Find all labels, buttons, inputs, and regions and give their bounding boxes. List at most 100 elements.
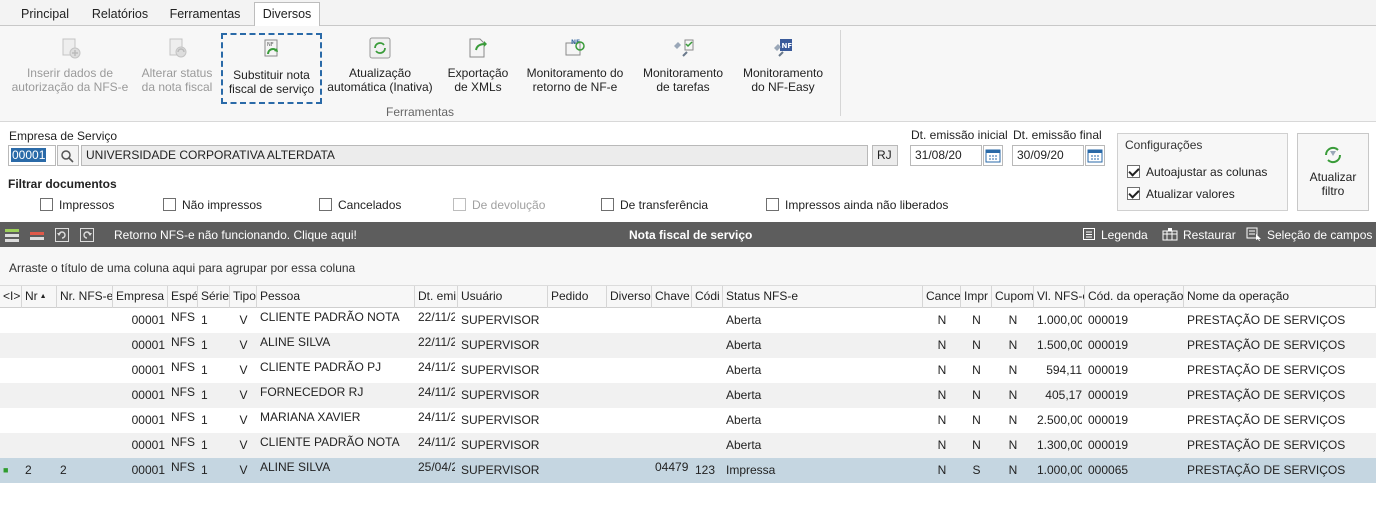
cell-tipo: V — [239, 338, 248, 352]
column-header-cod[interactable]: Códi — [692, 286, 723, 308]
column-header-ind[interactable]: <I> — [0, 286, 22, 308]
group-by-area[interactable]: Arraste o título de uma coluna aqui para… — [0, 247, 1376, 286]
tab-relatorios[interactable]: Relatórios — [84, 3, 156, 26]
column-header-canc[interactable]: Cance — [923, 286, 961, 308]
column-header-pessoa[interactable]: Pessoa — [257, 286, 415, 308]
search-button[interactable] — [57, 145, 79, 166]
checkbox-box[interactable] — [766, 198, 779, 211]
dt-final-calendar-button[interactable] — [1085, 145, 1105, 166]
legend-button[interactable]: Legenda — [1101, 228, 1148, 242]
column-header-usuario[interactable]: Usuário — [458, 286, 548, 308]
autoajustar-label: Autoajustar as colunas — [1146, 165, 1268, 179]
table-row[interactable]: 00001 NFSE 1 V CLIENTE PADRÃO NOTA 24/11/2 SUP… — [0, 433, 1376, 458]
cell-nomeop: PRESTAÇÃO DE SERVIÇOS — [1187, 388, 1346, 402]
column-header-impr[interactable]: Impr — [961, 286, 992, 308]
undo-icon[interactable] — [54, 227, 70, 243]
column-header-nomeop[interactable]: Nome da operação — [1184, 286, 1376, 308]
cell-nr — [25, 408, 54, 433]
cell-status: Aberta — [726, 313, 762, 327]
checkbox-box[interactable] — [40, 198, 53, 211]
column-header-chave[interactable]: Chave — [652, 286, 692, 308]
monitor-tasks-line1: Monitoramento — [642, 66, 724, 80]
export-xml-line2: de XMLs — [454, 80, 502, 94]
grid-layout-icon[interactable] — [4, 227, 20, 243]
dt-inicial-input[interactable]: 31/08/20 — [910, 145, 982, 166]
monitor-tasks-icon — [674, 39, 694, 57]
column-header-empresa[interactable]: Empresa — [113, 286, 168, 308]
filter-impressos-checkbox[interactable]: Impressos — [40, 198, 114, 212]
redo-icon[interactable] — [79, 227, 95, 243]
dt-final-input[interactable]: 30/09/20 — [1012, 145, 1084, 166]
legend-icon — [1083, 228, 1095, 240]
cell-usuario: SUPERVISOR — [461, 363, 540, 377]
filter-transferencia-checkbox[interactable]: De transferência — [601, 198, 708, 212]
restore-button[interactable]: Restaurar — [1183, 228, 1236, 242]
empresa-code-input[interactable]: 00001 — [8, 145, 56, 166]
monitor-tasks-button[interactable]: Monitoramento de tarefas — [637, 30, 729, 104]
checkbox-box[interactable] — [319, 198, 332, 211]
insert-authorization-button[interactable]: Inserir dados de autorização da NFS-e — [10, 30, 130, 104]
column-header-serie[interactable]: Série — [198, 286, 230, 308]
export-xml-button[interactable]: Exportação de XMLs — [444, 30, 512, 104]
auto-update-button[interactable]: Atualização automática (Inativa) — [325, 30, 435, 104]
cell-valor: 1.000,00 — [1037, 313, 1082, 327]
table-row[interactable]: 00001 NFSE 1 V MARIANA XAVIER 24/11/2 SUPERVIS… — [0, 408, 1376, 433]
change-status-icon — [169, 38, 187, 58]
uf-field: RJ — [872, 145, 898, 166]
table-row[interactable]: 00001 NFSE 1 V CLIENTE PADRÃO NOTA 22/11/2 SUP… — [0, 308, 1376, 333]
cell-pessoa: MARIANA XAVIER — [260, 410, 361, 424]
tab-principal[interactable]: Principal — [10, 3, 80, 26]
filter-devolucao-checkbox: De devolução — [453, 198, 545, 212]
checkbox-box[interactable] — [601, 198, 614, 211]
export-xml-line1: Exportação — [447, 66, 509, 80]
cell-serie: 1 — [201, 338, 208, 352]
table-row[interactable]: ■ 2 2 00001 NFSE 1 V ALINE SILVA 25/04/2 SUPERVIS… — [0, 458, 1376, 483]
column-header-esp[interactable]: Espé — [168, 286, 198, 308]
column-header-tipo[interactable]: Tipo — [230, 286, 257, 308]
column-header-label: Tipo — [233, 289, 256, 303]
nfse-warning-link[interactable]: Retorno NFS-e não funcionando. Clique aq… — [114, 228, 357, 242]
refresh-filter-button[interactable]: Atualizar filtro — [1297, 133, 1369, 211]
column-header-nr[interactable]: Nr ▲ — [22, 286, 57, 308]
monitor-nfeasy-button[interactable]: NF Monitoramento do NF-Easy — [737, 30, 829, 104]
filtrar-documentos-label: Filtrar documentos — [8, 177, 117, 191]
table-row[interactable]: 00001 NFSE 1 V CLIENTE PADRÃO PJ 24/11/2 SUPER… — [0, 358, 1376, 383]
checkbox-box[interactable] — [1127, 165, 1140, 178]
checkbox-box[interactable] — [163, 198, 176, 211]
refresh-filter-icon — [1324, 146, 1342, 164]
tab-diversos[interactable]: Diversos — [254, 2, 320, 27]
filter-nao-liberados-checkbox[interactable]: Impressos ainda não liberados — [766, 198, 948, 212]
dt-inicial-calendar-button[interactable] — [983, 145, 1003, 166]
replace-invoice-button[interactable]: NF Substituir nota fiscal de serviço — [221, 33, 322, 104]
column-header-label: Vl. NFS-e — [1037, 289, 1085, 303]
table-row[interactable]: 00001 NFSE 1 V ALINE SILVA 22/11/2 SUPERVISOR A… — [0, 333, 1376, 358]
cell-impr: S — [972, 463, 981, 477]
cell-diverso — [610, 408, 649, 433]
cell-codop: 000019 — [1088, 413, 1129, 427]
grid-export-icon[interactable] — [29, 227, 45, 243]
column-header-cupom[interactable]: Cupom — [992, 286, 1034, 308]
cell-nomeop: PRESTAÇÃO DE SERVIÇOS — [1187, 438, 1346, 452]
atualizar-valores-checkbox[interactable]: Atualizar valores — [1127, 187, 1235, 201]
table-row[interactable]: 00001 NFSE 1 V FORNECEDOR RJ 24/11/2 SUPERVISO… — [0, 383, 1376, 408]
cell-pessoa: CLIENTE PADRÃO NOTA — [260, 435, 400, 449]
monitor-return-button[interactable]: NF Monitoramento do retorno de NF-e — [520, 30, 630, 104]
column-header-codop[interactable]: Cód. da operação — [1085, 286, 1184, 308]
column-header-dt[interactable]: Dt. emi — [415, 286, 458, 308]
autoajustar-checkbox[interactable]: Autoajustar as colunas — [1127, 165, 1267, 179]
column-header-status[interactable]: Status NFS-e — [723, 286, 923, 308]
column-header-diverso[interactable]: Diverso — [607, 286, 652, 308]
column-header-nfse[interactable]: Nr. NFS-e — [57, 286, 113, 308]
filter-cancelados-checkbox[interactable]: Cancelados — [319, 198, 401, 212]
column-header-valor[interactable]: Vl. NFS-e — [1034, 286, 1085, 308]
checkbox-box[interactable] — [1127, 187, 1140, 200]
column-header-pedido[interactable]: Pedido — [548, 286, 607, 308]
cell-nr — [25, 433, 54, 458]
filter-nao-impressos-checkbox[interactable]: Não impressos — [163, 198, 262, 212]
cell-tipo: V — [239, 413, 248, 427]
field-selection-button[interactable]: Seleção de campos — [1267, 228, 1372, 242]
tab-ferramentas[interactable]: Ferramentas — [162, 3, 248, 26]
cell-pedido — [551, 433, 604, 458]
change-status-button[interactable]: Alterar status da nota fiscal — [136, 30, 218, 104]
column-header-label: Espé — [171, 289, 198, 303]
